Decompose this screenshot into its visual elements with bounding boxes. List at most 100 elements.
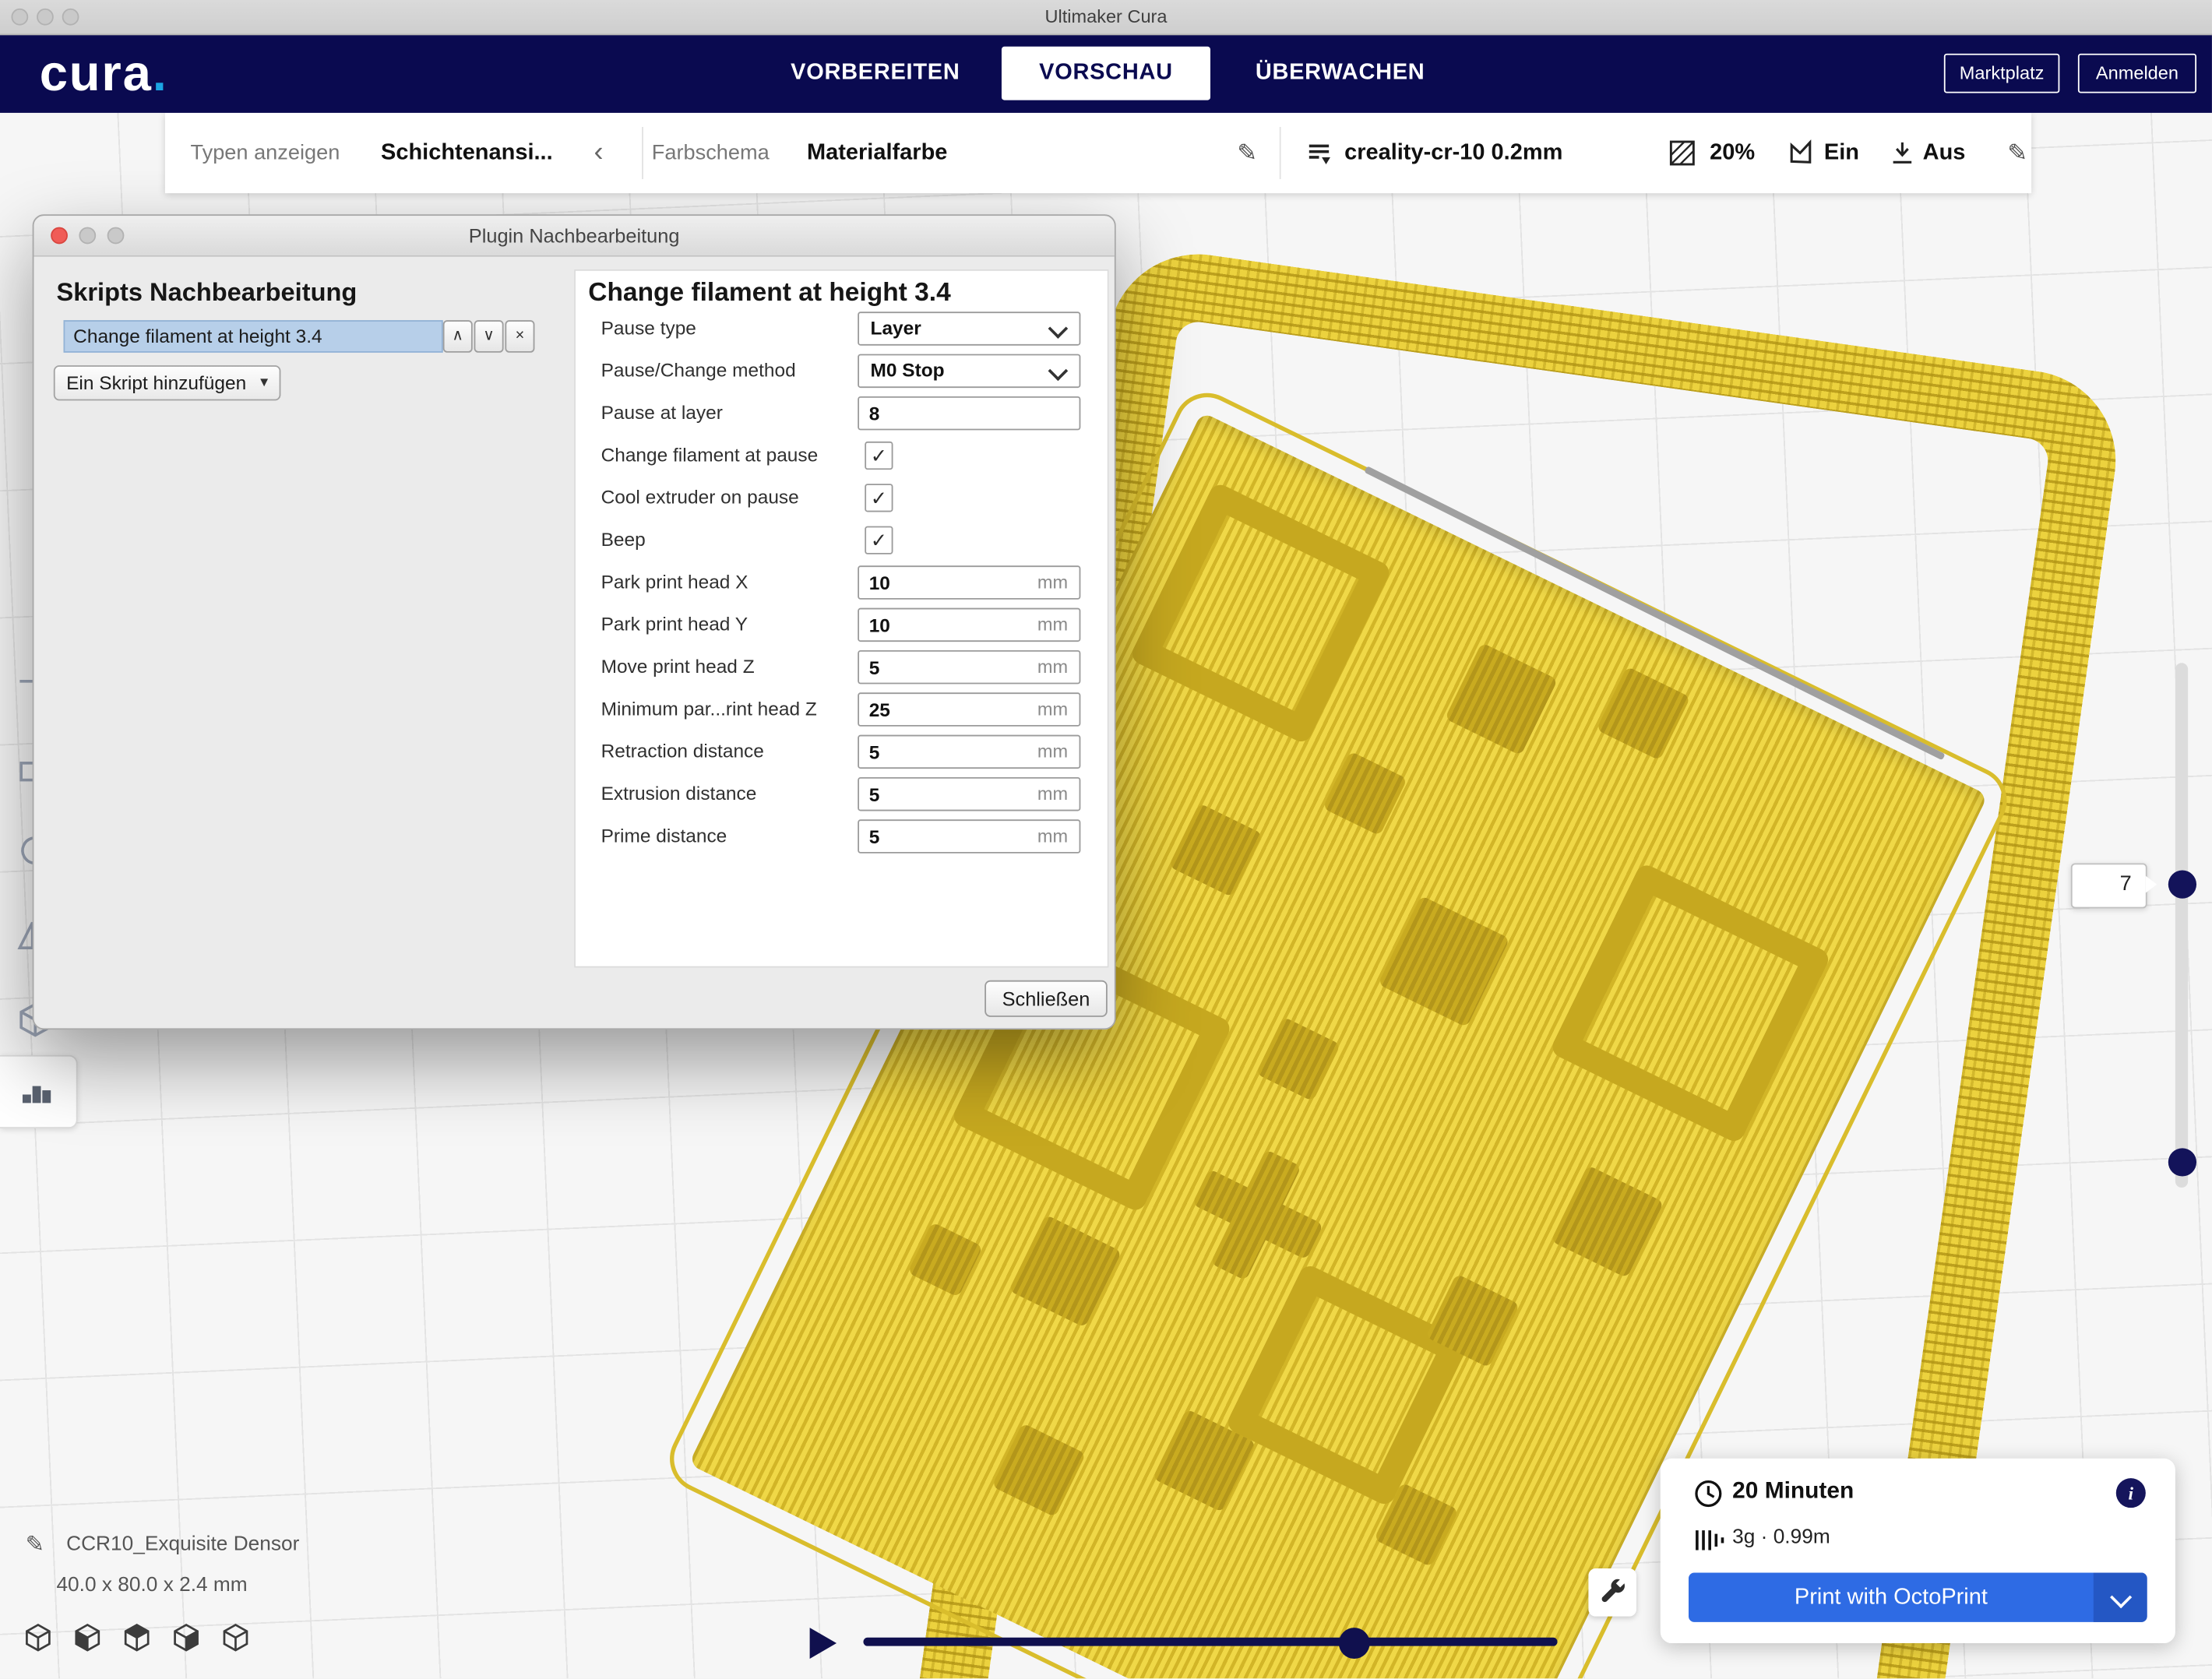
infill-value[interactable]: 20%: [1710, 113, 1755, 193]
change-filament-checkbox[interactable]: ✓: [865, 442, 893, 470]
infill-icon: [1669, 139, 1697, 174]
dialog-minimize-button[interactable]: [79, 227, 96, 245]
chevron-left-icon[interactable]: ‹: [594, 113, 604, 193]
edit-print-settings-pencil-icon[interactable]: ✎: [2007, 113, 2027, 193]
view-type-value[interactable]: Schichtenansi...: [381, 113, 553, 193]
move-script-up-button[interactable]: ∧: [443, 320, 473, 353]
move-script-down-button[interactable]: ∨: [474, 320, 504, 353]
current-layer-indicator: 7: [2071, 863, 2147, 908]
view-right-icon[interactable]: [220, 1622, 252, 1653]
layer-slider-lower-handle[interactable]: [2168, 1148, 2196, 1176]
material-usage: 3g · 0.99m: [1732, 1526, 1830, 1549]
layers-mini-panel[interactable]: [0, 1055, 78, 1128]
layer-slider-upper-handle[interactable]: [2168, 871, 2196, 899]
app-header: cura. VORBEREITEN VORSCHAU ÜBERWACHEN Ma…: [0, 33, 2212, 112]
dialog-close-button-schliessen[interactable]: Schließen: [984, 980, 1108, 1017]
model-dimensions: 40.0 x 80.0 x 2.4 mm: [56, 1574, 247, 1596]
retraction-distance-input[interactable]: mm: [858, 735, 1080, 769]
model-name[interactable]: CCR10_Exquisite Densor: [66, 1533, 299, 1556]
printer-icon: [1305, 139, 1333, 174]
window-titlebar: Ultimaker Cura: [0, 0, 2212, 35]
remove-script-button[interactable]: ×: [505, 320, 534, 353]
adhesion-value[interactable]: Aus: [1923, 113, 1966, 193]
cool-extruder-checkbox[interactable]: ✓: [865, 484, 893, 512]
cura-app-window: Ultimaker Cura cura. VORBEREITEN VORSCHA…: [0, 0, 2212, 1678]
color-scheme-label: Farbschema: [652, 113, 770, 193]
divider: [1280, 127, 1281, 179]
prime-distance-input[interactable]: mm: [858, 819, 1080, 853]
dialog-titlebar: Plugin Nachbearbeitung: [33, 216, 1114, 257]
field-label: Retraction distance: [601, 730, 764, 773]
print-settings-wrench-button[interactable]: [1588, 1568, 1636, 1617]
edit-color-scheme-pencil-icon[interactable]: ✎: [1237, 113, 1257, 193]
script-list-item[interactable]: Change filament at height 3.4: [64, 320, 443, 353]
signin-button[interactable]: Anmelden: [2078, 54, 2196, 93]
tab-monitor[interactable]: ÜBERWACHEN: [1242, 33, 1439, 112]
rename-model-pencil-icon[interactable]: ✎: [26, 1530, 44, 1558]
move-z-input[interactable]: mm: [858, 650, 1080, 684]
view-settings-toolbar: Typen anzeigen Schichtenansi... ‹ Farbsc…: [165, 113, 2031, 193]
divider: [642, 127, 643, 179]
chevron-down-icon: [1048, 361, 1069, 382]
extrusion-distance-input[interactable]: mm: [858, 777, 1080, 811]
field-label: Pause/Change method: [601, 350, 796, 392]
field-label: Park print head X: [601, 561, 748, 604]
check-icon: ✓: [871, 487, 887, 509]
minimum-park-z-input[interactable]: mm: [858, 692, 1080, 726]
view-type-label: Typen anzeigen: [191, 113, 340, 193]
add-script-dropdown[interactable]: Ein Skript hinzufügen▾: [54, 365, 281, 400]
field-label: Park print head Y: [601, 604, 748, 646]
view-top-icon[interactable]: [122, 1622, 153, 1653]
park-x-input[interactable]: mm: [858, 565, 1080, 599]
play-button[interactable]: [810, 1628, 837, 1659]
window-zoom-button[interactable]: [62, 9, 79, 26]
print-with-octoprint-button[interactable]: Print with OctoPrint: [1689, 1572, 2147, 1621]
view-front-icon[interactable]: [72, 1622, 103, 1653]
layer-slider-track[interactable]: [2175, 663, 2188, 1188]
support-icon: [1788, 139, 1814, 173]
tab-prepare[interactable]: VORBEREITEN: [773, 33, 978, 112]
view-left-icon[interactable]: [171, 1622, 202, 1653]
field-label: Pause type: [601, 308, 696, 350]
marketplace-button[interactable]: Marktplatz: [1944, 54, 2060, 93]
dialog-close-button[interactable]: [51, 227, 68, 245]
post-processing-dialog: Plugin Nachbearbeitung Skripts Nachbearb…: [33, 214, 1116, 1030]
park-y-input[interactable]: mm: [858, 608, 1080, 642]
dialog-zoom-button[interactable]: [107, 227, 125, 245]
scripts-heading: Skripts Nachbearbeitung: [56, 278, 357, 308]
window-minimize-button[interactable]: [37, 9, 54, 26]
print-job-panel: 20 Minuten i 3g · 0.99m Print with OctoP…: [1661, 1459, 2175, 1643]
pause-at-layer-input[interactable]: [858, 396, 1080, 430]
field-label: Pause at layer: [601, 392, 723, 435]
clock-icon: [1692, 1478, 1724, 1509]
tab-preview[interactable]: VORSCHAU: [1002, 47, 1210, 100]
simulation-slider-handle[interactable]: [1339, 1628, 1370, 1659]
dropdown-arrow-icon: ▾: [260, 367, 268, 400]
print-time: 20 Minuten: [1732, 1478, 1854, 1505]
simulation-slider-track[interactable]: [863, 1638, 1557, 1646]
script-settings-panel: Change filament at height 3.4 Pause type…: [574, 269, 1108, 968]
dialog-title: Plugin Nachbearbeitung: [33, 216, 1114, 255]
print-options-chevron-icon[interactable]: [2094, 1572, 2147, 1621]
pause-type-select[interactable]: Layer: [858, 312, 1080, 345]
window-title: Ultimaker Cura: [0, 0, 2212, 33]
field-label: Extrusion distance: [601, 773, 757, 815]
settings-heading: Change filament at height 3.4: [588, 276, 950, 308]
adhesion-icon: [1889, 139, 1915, 173]
pause-method-select[interactable]: M0 Stop: [858, 354, 1080, 388]
field-label: Move print head Z: [601, 646, 755, 688]
color-scheme-value[interactable]: Materialfarbe: [807, 113, 947, 193]
check-icon: ✓: [871, 445, 887, 467]
filament-icon: [1694, 1528, 1728, 1554]
printer-profile[interactable]: creality-cr-10 0.2mm: [1344, 113, 1562, 193]
check-icon: ✓: [871, 529, 887, 551]
view-3d-icon[interactable]: [23, 1622, 54, 1653]
chevron-down-icon: [1048, 319, 1069, 339]
field-label: Minimum par...rint head Z: [601, 688, 817, 730]
beep-checkbox[interactable]: ✓: [865, 526, 893, 554]
info-icon[interactable]: i: [2116, 1478, 2146, 1508]
logo-dot-icon: .: [153, 44, 168, 101]
support-value[interactable]: Ein: [1824, 113, 1859, 193]
window-close-button[interactable]: [11, 9, 28, 26]
stairs-icon: [19, 1078, 53, 1106]
